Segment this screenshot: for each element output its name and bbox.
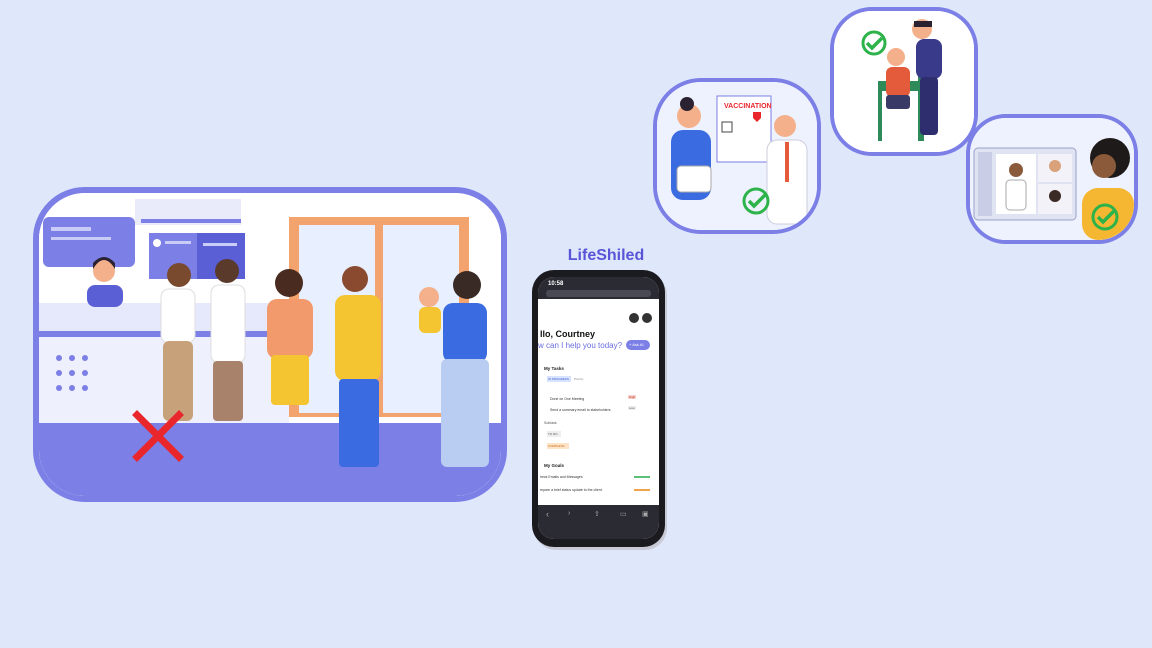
priority-label: Priority — [574, 377, 584, 381]
clinic-queue-scene — [33, 187, 507, 502]
phone-screen: 10:58 llo, Courtney w can I help you tod… — [538, 277, 659, 539]
to-do-badge: TO DO — [547, 431, 561, 437]
tasks-title: My Tasks — [544, 366, 564, 371]
check-circle-icon — [742, 187, 770, 215]
injection-illustration — [834, 11, 974, 152]
task-2[interactable]: Send a summary email to stakeholders — [550, 408, 611, 412]
status-time: 10:58 — [548, 281, 564, 287]
vaccination-scene: VACCINATION — [653, 78, 821, 234]
brand-title: LifeShiled — [567, 247, 645, 264]
vaccination-sign: VACCINATION — [724, 103, 772, 110]
goal-2-progress — [634, 489, 650, 491]
address-bar[interactable] — [546, 290, 651, 297]
goal-1[interactable]: heck Emails and Messages — [540, 475, 583, 479]
task-2-priority: Low — [628, 406, 636, 410]
in-progress-badge: IN PROGRESS — [547, 376, 571, 382]
ask-ai-button[interactable]: + Ask AI — [626, 340, 650, 350]
check-circle-icon — [861, 30, 887, 56]
goal-1-progress — [634, 476, 650, 478]
subtask-header: Subtask — [544, 421, 557, 425]
prompt-text: w can I help you today? — [538, 341, 623, 350]
cross-icon — [132, 410, 184, 462]
complete-badge: COMPLETE — [547, 443, 569, 449]
back-icon[interactable]: ‹ — [546, 509, 549, 519]
share-icon[interactable]: ⇪ — [594, 510, 600, 518]
greeting-text: llo, Courtney — [540, 329, 596, 339]
tabs-icon[interactable]: ▣ — [642, 510, 649, 518]
task-1-priority: High — [628, 395, 637, 399]
goals-title: My Goals — [544, 463, 565, 468]
check-circle-icon — [1091, 203, 1119, 231]
safari-bottom-bar: ‹ › ⇪ ▭ ▣ — [538, 505, 659, 539]
injection-scene — [830, 7, 978, 156]
search-icon[interactable] — [629, 313, 639, 323]
forward-icon[interactable]: › — [568, 510, 570, 517]
bookmarks-icon[interactable]: ▭ — [620, 510, 627, 518]
menu-icon[interactable] — [642, 313, 652, 323]
safari-top-bar: 10:58 — [538, 277, 659, 299]
goal-2[interactable]: repare a brief status update to the clie… — [540, 488, 603, 492]
task-1[interactable]: Done on One Meeting — [550, 397, 584, 401]
clinic-illustration — [39, 193, 501, 496]
telehealth-scene — [966, 114, 1138, 244]
